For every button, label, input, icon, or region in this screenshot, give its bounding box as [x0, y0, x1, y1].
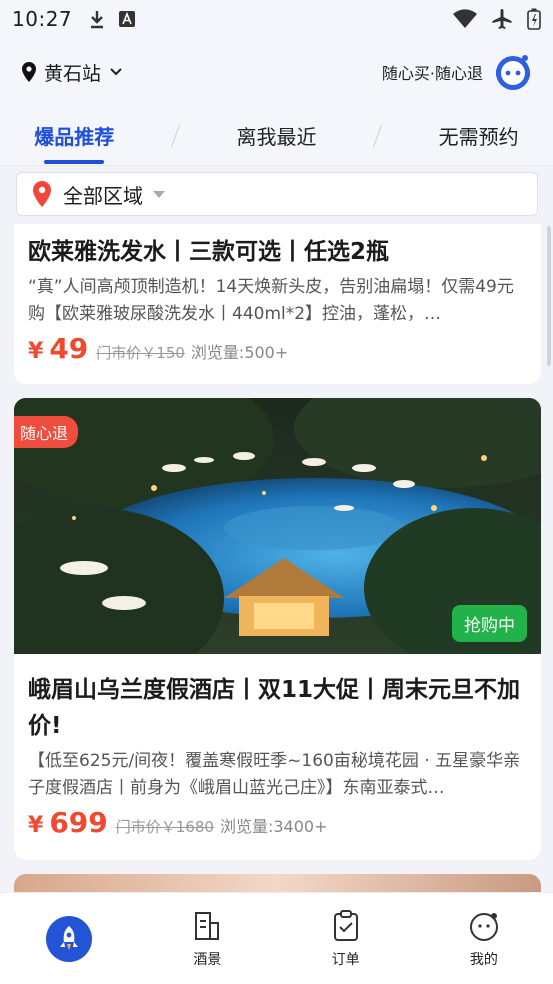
price-currency: ¥ [28, 339, 44, 364]
category-tabs: 爆品推荐 离我最近 无需预约 [0, 106, 553, 166]
rocket-icon[interactable] [46, 915, 93, 962]
tab-hot-picks[interactable]: 爆品推荐 [26, 121, 122, 164]
robot-assistant-icon[interactable] [493, 52, 533, 92]
product-description: 【低至625元/间夜！覆盖寒假旺季~160亩秘境花园 · 五星豪华亲子度假酒店丨… [28, 751, 521, 798]
wifi-icon [453, 9, 477, 28]
product-title: 欧莱雅洗发水丨三款可选丨任选2瓶 [28, 239, 390, 265]
view-count: 浏览量:500+ [190, 343, 289, 362]
area-filter-dropdown[interactable]: 全部区域 [16, 172, 538, 216]
location-pin-icon [22, 62, 36, 82]
location-header: 黄石站 随心买·随心退 [0, 38, 553, 106]
status-bar: 10:27 [0, 0, 553, 38]
airplane-icon [492, 9, 512, 29]
status-time: 10:27 [12, 7, 73, 31]
bottom-navigation: 酒景 订单 我的 [0, 892, 553, 984]
price-value: 49 [49, 332, 89, 365]
tab-divider [170, 124, 180, 147]
price-row: ¥ 49 门市价￥150 浏览量:500+ [28, 332, 527, 365]
profile-icon [469, 912, 498, 941]
refund-anytime-badge: 随心退 [14, 416, 79, 448]
original-price: 门市价￥150 [96, 344, 185, 362]
caret-down-icon [153, 190, 165, 198]
product-description: “真”人间高颅顶制造机！14天焕新头皮，告别油扁塌！仅需49元购【欧莱雅玻尿酸洗… [28, 277, 514, 324]
price-currency: ¥ [28, 813, 44, 838]
nav-hotel-scenic[interactable]: 酒景 [167, 909, 247, 969]
location-name[interactable]: 黄石站 [44, 59, 101, 86]
original-price: 门市价￥1680 [115, 818, 214, 836]
hotel-icon [195, 911, 220, 940]
nav-label: 酒景 [193, 951, 222, 968]
view-count: 浏览量:3400+ [219, 817, 328, 836]
font-icon [119, 11, 136, 27]
nav-label: 订单 [331, 951, 360, 968]
nav-label: 我的 [469, 951, 498, 968]
price-row: ¥ 699 门市价￥1680 浏览量:3400+ [28, 806, 527, 839]
price-value: 699 [49, 806, 108, 839]
scrollbar[interactable] [547, 226, 551, 366]
area-filter-label: 全部区域 [63, 183, 143, 208]
tab-nearby[interactable]: 离我最近 [228, 121, 324, 150]
chevron-down-icon[interactable] [109, 65, 123, 79]
battery-icon [527, 8, 541, 30]
product-image[interactable]: 随心退 抢购中 [14, 398, 541, 654]
flash-sale-badge: 抢购中 [452, 605, 527, 642]
tab-divider [373, 124, 383, 147]
product-card[interactable]: 随心退 抢购中 峨眉山乌兰度假酒店丨双11大促丨周末元旦不加价! 【低至625元… [14, 398, 541, 860]
nav-home[interactable] [29, 915, 109, 962]
tab-no-reservation[interactable]: 无需预约 [431, 121, 527, 150]
product-title: 峨眉山乌兰度假酒店丨双11大促丨周末元旦不加价! [28, 677, 521, 739]
order-icon [333, 909, 358, 941]
download-icon [91, 11, 104, 29]
nav-orders[interactable]: 订单 [306, 909, 386, 969]
slogan-text: 随心买·随心退 [381, 64, 483, 83]
nav-profile[interactable]: 我的 [444, 909, 524, 969]
map-pin-icon [33, 181, 51, 207]
product-card[interactable]: 欧莱雅洗发水丨三款可选丨任选2瓶 “真”人间高颅顶制造机！14天焕新头皮，告别油… [14, 224, 541, 384]
